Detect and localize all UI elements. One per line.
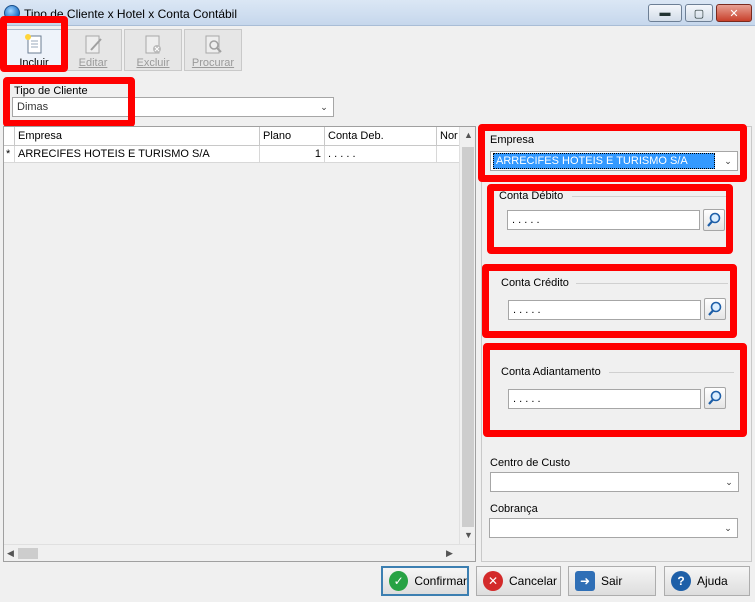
chevron-down-icon[interactable]: ⌄ [317,100,331,114]
minimize-icon: ▬ [659,7,671,19]
cancelar-button[interactable]: ✕ Cancelar [476,566,561,596]
close-button[interactable]: ✕ [716,4,752,22]
chevron-down-icon[interactable]: ⌄ [721,521,735,535]
cell-plano[interactable]: 1 [260,146,325,163]
highlight-empresa [478,124,747,182]
highlight-conta-credito [482,264,737,338]
cell-nor[interactable] [437,146,461,163]
horizontal-scrollbar[interactable]: ◀ ▶ [4,544,475,561]
editar-label: Editar [78,57,108,69]
cobranca-label: Cobrança [490,503,538,515]
maximize-button[interactable]: ▢ [685,4,713,22]
horizontal-scroll-thumb[interactable] [18,548,38,559]
cancelar-label: Cancelar [509,574,558,588]
highlight-conta-debito [487,184,733,254]
minimize-button[interactable]: ▬ [648,4,682,22]
chevron-down-icon[interactable]: ⌄ [722,475,736,489]
scroll-down-icon[interactable]: ▼ [464,530,473,540]
grid-header-plano[interactable]: Plano [260,127,325,146]
grid-header-nor[interactable]: Nor [437,127,461,146]
confirmar-label: Confirmar [414,574,467,588]
confirmar-button[interactable]: ✓ Confirmar [381,566,469,596]
cell-conta-deb[interactable]: . . . . . [325,146,437,163]
procurar-button[interactable]: Procurar [184,29,242,71]
highlight-incluir [0,16,68,72]
scroll-left-icon[interactable]: ◀ [7,548,14,559]
search-document-icon [205,35,222,54]
edit-document-icon [85,35,102,54]
grid-header-conta-deb[interactable]: Conta Deb. [325,127,437,146]
title-bar: Tipo de Cliente x Hotel x Conta Contábil… [0,0,755,26]
grid-header: Empresa Plano Conta Deb. Nor [4,127,461,146]
delete-document-icon [145,35,161,54]
exit-icon: ➜ [575,571,595,591]
data-grid: Empresa Plano Conta Deb. Nor * ARRECIFES… [3,126,476,562]
centro-custo-label: Centro de Custo [490,457,571,469]
cell-empresa[interactable]: ARRECIFES HOTEIS E TURISMO S/A [15,146,260,163]
highlight-tipo-cliente [3,77,135,127]
grid-header-marker [4,127,15,146]
ajuda-button[interactable]: ? Ajuda [664,566,750,596]
centro-custo-select[interactable]: ⌄ [490,472,739,492]
cobranca-select[interactable]: ⌄ [489,518,738,538]
maximize-icon: ▢ [693,7,705,20]
procurar-label: Procurar [191,57,235,69]
toolbar: Incluir Editar Excluir Procurar [0,27,755,73]
ajuda-label: Ajuda [697,574,728,588]
help-icon: ? [671,571,691,591]
highlight-conta-adiantamento [483,343,747,437]
excluir-label: Excluir [136,57,170,69]
grid-header-empresa[interactable]: Empresa [15,127,260,146]
cancel-icon: ✕ [483,571,503,591]
vertical-scrollbar[interactable]: ▲ ▼ [459,127,475,545]
row-marker: * [4,146,15,163]
check-icon: ✓ [389,571,409,591]
scroll-up-icon[interactable]: ▲ [464,130,473,140]
table-row[interactable]: * ARRECIFES HOTEIS E TURISMO S/A 1 . . .… [4,146,461,163]
scroll-right-icon[interactable]: ▶ [446,548,453,559]
editar-button[interactable]: Editar [64,29,122,71]
sair-button[interactable]: ➜ Sair [568,566,656,596]
sair-label: Sair [601,574,623,588]
vertical-scroll-thumb[interactable] [462,147,474,527]
excluir-button[interactable]: Excluir [124,29,182,71]
close-icon: ✕ [729,7,739,20]
